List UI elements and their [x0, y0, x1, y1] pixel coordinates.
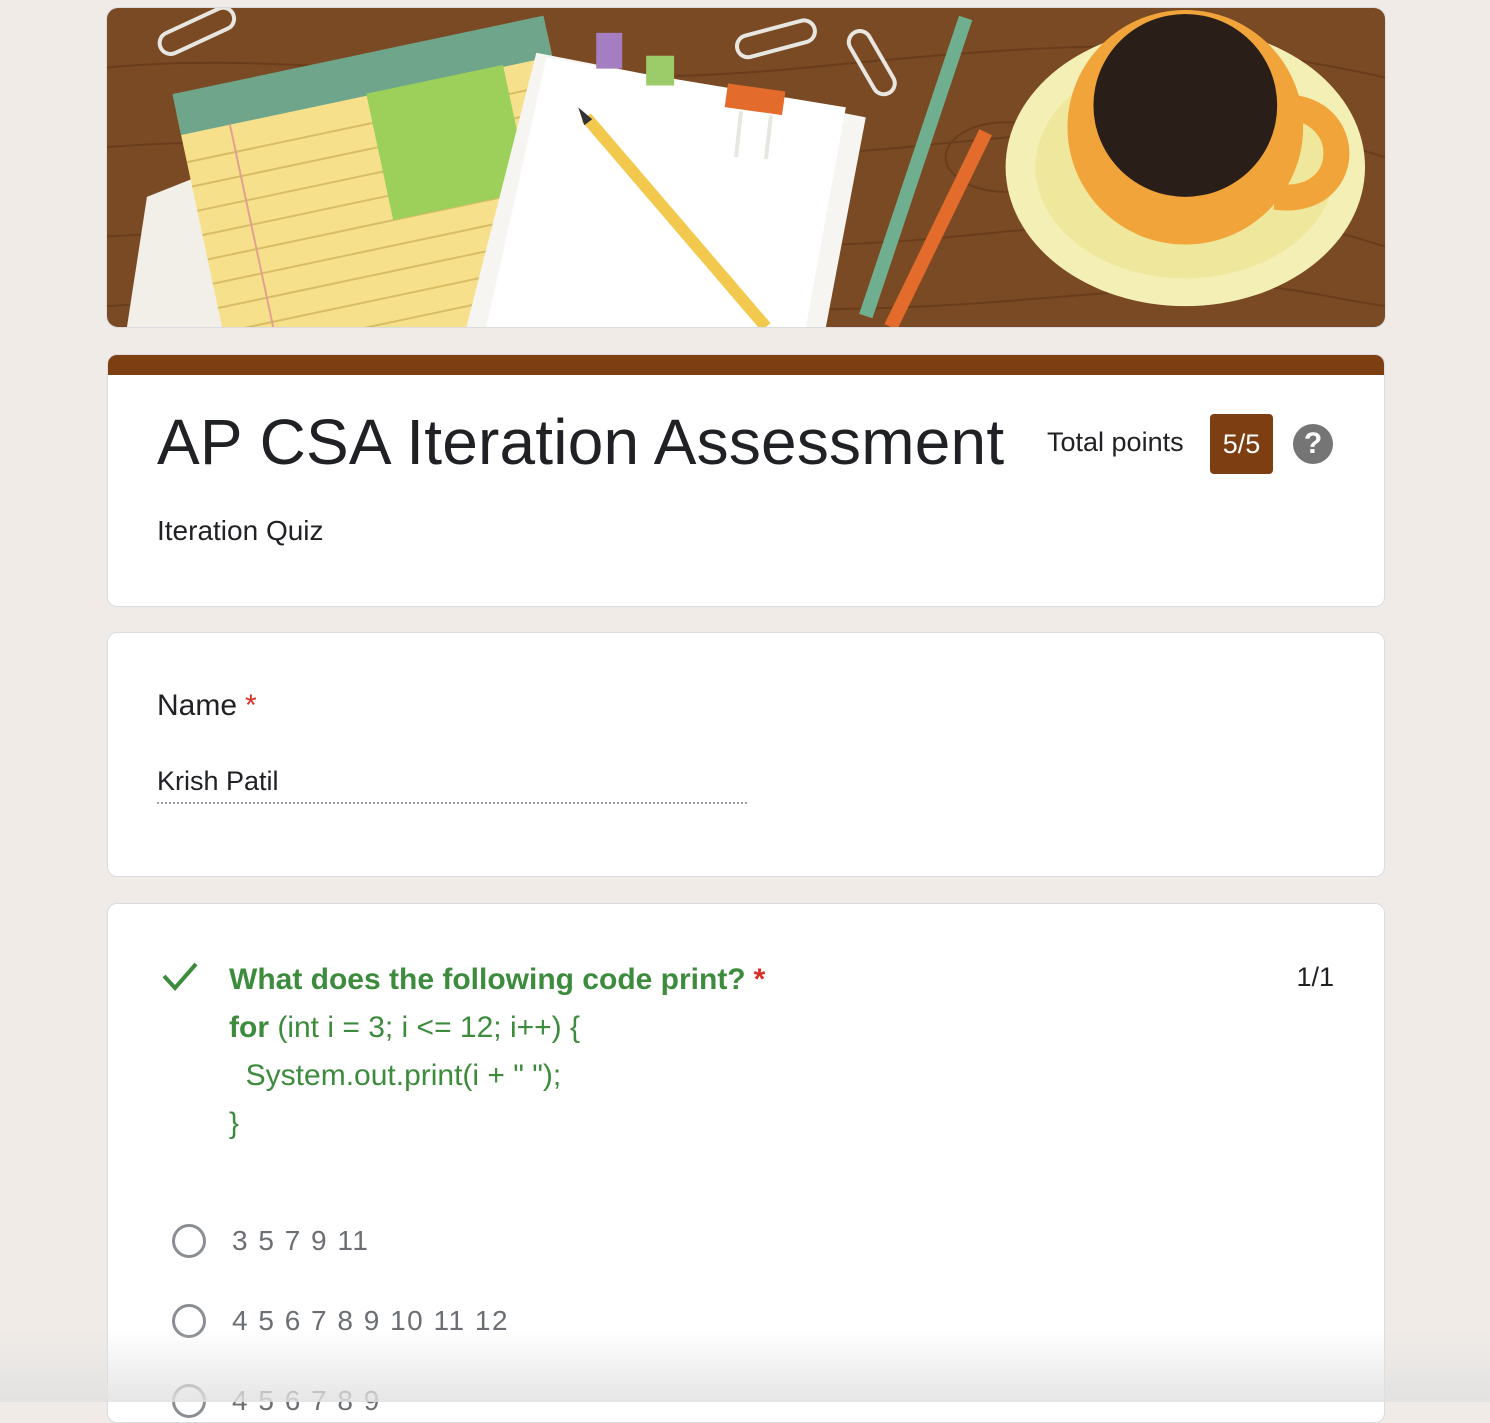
name-question-label: Name — [157, 689, 238, 722]
question-text: What does the following code print? * for… — [229, 956, 765, 1148]
question-points: 1/1 — [1296, 962, 1334, 992]
option-label: 4 5 6 7 8 9 10 11 12 — [232, 1305, 510, 1336]
header-banner-image — [106, 7, 1386, 328]
option-label: 4 5 6 7 8 9 — [232, 1385, 381, 1416]
question-title-text: What does the following code print? — [229, 963, 746, 996]
required-asterisk: * — [753, 963, 766, 996]
desk-illustration — [107, 8, 1385, 327]
name-answer: Krish Patil — [157, 766, 279, 796]
answer-option[interactable]: 4 5 6 7 8 9 — [172, 1379, 381, 1422]
radio-button[interactable] — [172, 1304, 206, 1338]
code-line-1: for (int i = 3; i <= 12; i++) { — [229, 1004, 765, 1052]
radio-button[interactable] — [172, 1384, 206, 1418]
answer-option[interactable]: 3 5 7 9 11 — [172, 1219, 369, 1263]
form-title: AP CSA Iteration Assessment — [157, 406, 1005, 478]
score-badge: 5/5 — [1210, 414, 1273, 474]
answer-option[interactable]: 4 5 6 7 8 9 10 11 12 — [172, 1299, 509, 1343]
correct-check-icon — [162, 962, 198, 991]
code-line-2: System.out.print(i + " "); — [229, 1059, 562, 1092]
accent-bar — [108, 355, 1384, 375]
help-icon[interactable]: ? — [1293, 424, 1333, 464]
required-asterisk: * — [245, 689, 257, 722]
code-line-1-rest: (int i = 3; i <= 12; i++) { — [269, 1011, 581, 1044]
name-question-title: Name * — [157, 689, 257, 723]
total-points-label: Total points — [1047, 427, 1184, 457]
question-card: What does the following code print? * for… — [107, 903, 1385, 1423]
answer-underline — [157, 802, 747, 804]
name-question-card: Name * Krish Patil — [107, 632, 1385, 877]
question-title: What does the following code print? * — [229, 956, 765, 1004]
form-header-card: AP CSA Iteration Assessment Total points… — [107, 354, 1385, 607]
code-line-3: } — [229, 1107, 240, 1140]
form-description: Iteration Quiz — [157, 515, 324, 546]
code-keyword: for — [229, 1011, 269, 1044]
radio-button[interactable] — [172, 1224, 206, 1258]
option-label: 3 5 7 9 11 — [232, 1225, 370, 1256]
